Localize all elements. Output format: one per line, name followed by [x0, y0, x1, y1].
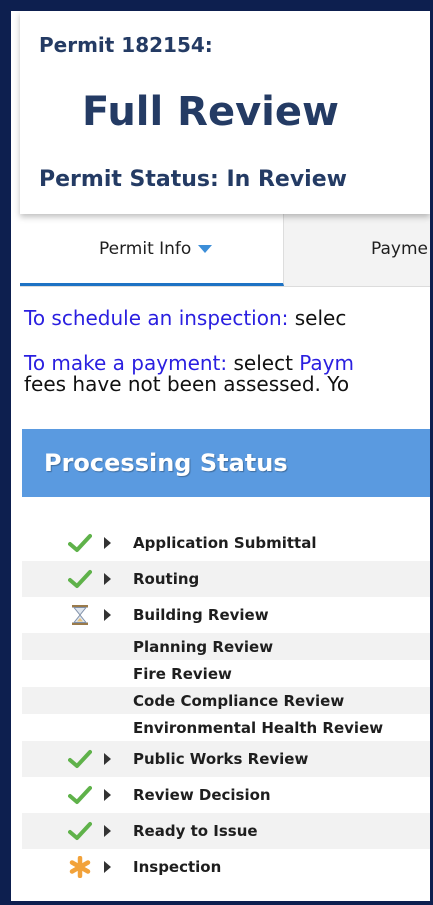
- processing-status-header: Processing Status: [22, 429, 430, 497]
- status-row-label: Public Works Review: [133, 750, 309, 768]
- status-row-label: Environmental Health Review: [133, 718, 384, 737]
- expand-arrow-icon[interactable]: [104, 753, 111, 765]
- expand-arrow-icon[interactable]: [104, 861, 111, 873]
- permit-id: Permit 182154:: [39, 33, 213, 57]
- tab-permit-info-label: Permit Info: [99, 239, 192, 259]
- permit-status: Permit Status: In Review: [39, 167, 347, 192]
- status-row-ready-to-issue[interactable]: Ready to Issue: [22, 813, 430, 849]
- inspection-instructions-text: selec: [288, 306, 347, 330]
- check-icon: [68, 570, 92, 588]
- expand-arrow-icon[interactable]: [104, 789, 111, 801]
- tab-payments[interactable]: Payme: [371, 239, 428, 259]
- status-row-label: Building Review: [133, 606, 269, 624]
- status-row-label: Fire Review: [133, 664, 232, 683]
- status-row-label: Planning Review: [133, 637, 274, 656]
- schedule-inspection-link[interactable]: To schedule an inspection:: [24, 306, 288, 330]
- page-title: Full Review: [82, 89, 339, 135]
- processing-status-list: Application Submittal Routing Building R…: [22, 525, 430, 885]
- check-icon: [68, 822, 92, 840]
- status-row-label: Inspection: [133, 858, 222, 876]
- permit-panel: Permit 182154: Full Review Permit Status…: [11, 11, 430, 901]
- status-row-fire-review: Fire Review: [22, 660, 430, 687]
- status-row-application-submittal[interactable]: Application Submittal: [22, 525, 430, 561]
- caret-down-icon: [198, 245, 213, 253]
- check-icon: [68, 534, 92, 552]
- expand-arrow-icon[interactable]: [104, 609, 111, 621]
- status-row-label: Review Decision: [133, 786, 271, 804]
- status-row-label: Routing: [133, 570, 200, 588]
- status-row-planning-review: Planning Review: [22, 633, 430, 660]
- status-row-building-review[interactable]: Building Review: [22, 597, 430, 633]
- expand-arrow-icon[interactable]: [104, 573, 111, 585]
- status-row-label: Code Compliance Review: [133, 691, 345, 710]
- fees-note-text: fees have not been assessed. Yo: [24, 372, 350, 396]
- hourglass-icon: [72, 605, 88, 625]
- processing-status-title: Processing Status: [44, 449, 288, 477]
- status-row-inspection[interactable]: Inspection: [22, 849, 430, 885]
- status-row-routing[interactable]: Routing: [22, 561, 430, 597]
- check-icon: [68, 786, 92, 804]
- status-row-review-decision[interactable]: Review Decision: [22, 777, 430, 813]
- status-row-label: Ready to Issue: [133, 822, 258, 840]
- status-row-code-compliance-review: Code Compliance Review: [22, 687, 430, 714]
- status-row-public-works-review[interactable]: Public Works Review: [22, 741, 430, 777]
- expand-arrow-icon[interactable]: [104, 537, 111, 549]
- tab-permit-info[interactable]: Permit Info: [20, 214, 284, 286]
- inspection-instructions: To schedule an inspection: selec: [24, 306, 346, 330]
- status-row-label: Application Submittal: [133, 534, 317, 552]
- check-icon: [68, 750, 92, 768]
- tab-bar: Permit Info Payme: [20, 214, 430, 287]
- expand-arrow-icon[interactable]: [104, 825, 111, 837]
- payment-instructions: To make a payment: select Paym fees have…: [24, 353, 354, 395]
- asterisk-icon: [69, 856, 91, 878]
- status-row-environmental-health-review: Environmental Health Review: [22, 714, 430, 741]
- permit-header: Permit 182154: Full Review Permit Status…: [20, 11, 430, 214]
